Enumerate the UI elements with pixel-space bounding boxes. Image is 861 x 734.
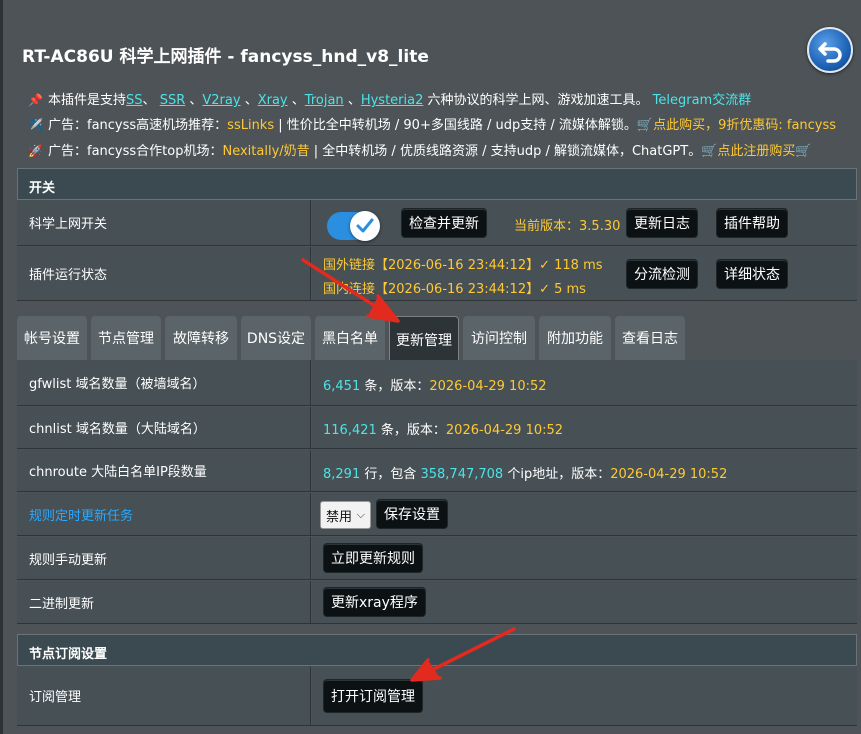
row-manual-update: 规则手动更新 立即更新规则 bbox=[17, 537, 857, 580]
version-number: 3.5.30 bbox=[579, 219, 621, 234]
tab-access[interactable]: 访问控制 bbox=[463, 316, 535, 360]
check-icon bbox=[356, 218, 374, 233]
chnlist-version: 2026-04-29 10:52 bbox=[445, 423, 564, 438]
pin-icon: 📌 bbox=[28, 93, 43, 107]
chnroute-count: 8,291 bbox=[323, 467, 361, 482]
row-label: 插件运行状态 bbox=[17, 247, 311, 300]
chnroute-ip-count: 358,747,708 bbox=[420, 467, 504, 482]
info-line-ad-sslinks: ✈️ 广告：fancyss高速机场推荐：ssLinks | 性价比全中转机场 / … bbox=[28, 118, 837, 133]
tab-update[interactable]: 更新管理 bbox=[389, 316, 459, 362]
save-settings-button[interactable]: 保存设置 bbox=[376, 499, 448, 529]
buy-sslinks-link[interactable]: 点此购买，9折优惠码: fancyss bbox=[653, 118, 836, 133]
chnroute-version: 2026-04-29 10:52 bbox=[610, 467, 728, 482]
open-subscribe-button[interactable]: 打开订阅管理 bbox=[323, 679, 423, 713]
link-hysteria2[interactable]: Hysteria2 bbox=[361, 93, 424, 108]
gfwlist-count: 6,451 bbox=[323, 379, 361, 394]
back-button[interactable] bbox=[807, 27, 853, 73]
update-rules-button[interactable]: 立即更新规则 bbox=[323, 543, 423, 573]
row-label: gfwlist 域名数量（被墙域名） bbox=[17, 360, 311, 405]
cart-icon: 🛒 bbox=[701, 144, 718, 159]
tab-extra[interactable]: 附加功能 bbox=[539, 316, 611, 360]
tab-blackwhite[interactable]: 黑白名单 bbox=[315, 316, 385, 360]
row-chnlist: chnlist 域名数量（大陆域名） 116,421 条，版本：2026-04-… bbox=[17, 407, 857, 449]
back-arrow-icon bbox=[818, 42, 842, 63]
row-chnroute: chnroute 大陆白名单IP段数量 8,291 行，包含 358,747,7… bbox=[17, 450, 857, 492]
status-domestic: 国内连接【2026-06-16 23:44:12】✓ 5 ms bbox=[323, 282, 586, 297]
chnlist-count: 116,421 bbox=[323, 423, 377, 438]
cart-icon: 🛒 bbox=[636, 118, 654, 133]
row-gfwlist: gfwlist 域名数量（被墙域名） 6,451 条，版本：2026-04-29… bbox=[17, 360, 857, 406]
cart-icon: 🛒 bbox=[795, 144, 812, 159]
plugin-help-button[interactable]: 插件帮助 bbox=[716, 208, 788, 238]
row-proxy-switch: 科学上网开关 检查并更新 当前版本：3.5.30 更新日志 插件帮助 bbox=[17, 200, 857, 246]
rocket-icon: 🚀 bbox=[28, 144, 43, 158]
link-ssr[interactable]: SSR bbox=[160, 93, 186, 108]
register-buy-link[interactable]: 点此注册购买 bbox=[717, 144, 795, 159]
tab-nodes[interactable]: 节点管理 bbox=[91, 316, 161, 360]
section-header-switch: 开关 bbox=[17, 168, 857, 200]
telegram-link[interactable]: Telegram交流群 bbox=[653, 93, 752, 108]
row-label: 订阅管理 bbox=[17, 666, 311, 725]
tab-failover[interactable]: 故障转移 bbox=[165, 316, 237, 360]
schedule-select[interactable]: 禁用 ⌵ bbox=[320, 501, 371, 529]
row-label: chnroute 大陆白名单IP段数量 bbox=[17, 450, 311, 491]
link-ss[interactable]: SS bbox=[126, 93, 143, 108]
row-label: 科学上网开关 bbox=[17, 200, 311, 245]
row-subscribe: 订阅管理 打开订阅管理 bbox=[17, 666, 857, 726]
plugin-panel: RT-AC86U 科学上网插件 - fancyss_hnd_v8_lite 📌 本… bbox=[0, 0, 861, 734]
row-label: 规则手动更新 bbox=[17, 537, 311, 579]
changelog-button[interactable]: 更新日志 bbox=[626, 208, 698, 238]
section-header-subscribe: 节点订阅设置 bbox=[17, 634, 857, 666]
sslinks-link[interactable]: ssLinks bbox=[227, 118, 274, 133]
page-title: RT-AC86U 科学上网插件 - fancyss_hnd_v8_lite bbox=[22, 47, 429, 67]
link-xray[interactable]: Xray bbox=[258, 93, 288, 108]
status-foreign: 国外链接【2026-06-16 23:44:12】✓ 118 ms bbox=[323, 258, 603, 273]
row-binary-update: 二进制更新 更新xray程序 bbox=[17, 581, 857, 624]
airplane-icon: ✈️ bbox=[28, 118, 43, 132]
schedule-link[interactable]: 规则定时更新任务 bbox=[17, 493, 311, 535]
detail-status-button[interactable]: 详细状态 bbox=[716, 259, 788, 289]
chevron-down-icon: ⌵ bbox=[356, 508, 365, 521]
split-detect-button[interactable]: 分流检测 bbox=[626, 259, 698, 289]
gfwlist-version: 2026-04-29 10:52 bbox=[429, 379, 547, 394]
update-xray-button[interactable]: 更新xray程序 bbox=[323, 587, 426, 617]
check-update-button[interactable]: 检查并更新 bbox=[401, 208, 487, 238]
link-v2ray[interactable]: V2ray bbox=[202, 93, 240, 108]
version-info: 当前版本：3.5.30 bbox=[514, 219, 621, 234]
row-label: chnlist 域名数量（大陆域名） bbox=[17, 407, 311, 448]
info-line-ad-nexitally: 🚀 广告：fancyss合作top机场：Nexitally/奶昔 | 全中转机场 … bbox=[28, 144, 812, 159]
nexitally-link[interactable]: Nexitally/奶昔 bbox=[222, 144, 309, 159]
row-label: 二进制更新 bbox=[17, 581, 311, 623]
tab-account[interactable]: 帐号设置 bbox=[17, 316, 87, 360]
row-schedule: 规则定时更新任务 禁用 ⌵ 保存设置 bbox=[17, 493, 857, 536]
link-trojan[interactable]: Trojan bbox=[305, 93, 344, 108]
info-line-protocols: 📌 本插件是支持SS、 SSR 、V2ray 、Xray 、Trojan 、Hys… bbox=[28, 93, 752, 108]
row-run-status: 插件运行状态 国外链接【2026-06-16 23:44:12】✓ 118 ms… bbox=[17, 247, 857, 301]
tab-dns[interactable]: DNS设定 bbox=[241, 316, 311, 360]
proxy-toggle[interactable] bbox=[327, 211, 380, 241]
tab-logs[interactable]: 查看日志 bbox=[615, 316, 685, 360]
